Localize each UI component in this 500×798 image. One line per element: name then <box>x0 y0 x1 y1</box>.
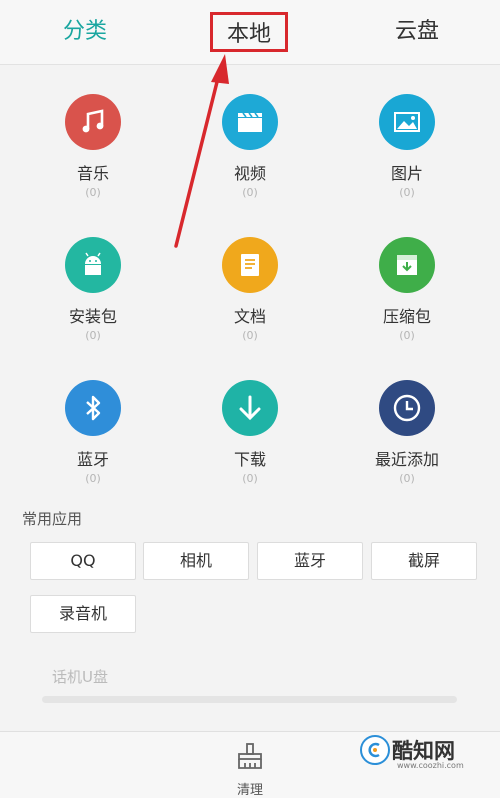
category-bluetooth[interactable]: 蓝牙 (0) <box>33 380 153 486</box>
archive-icon <box>379 237 435 293</box>
category-label: 下载 <box>233 450 266 469</box>
tab-local[interactable]: 本地 <box>210 12 288 52</box>
category-count: (0) <box>399 472 415 485</box>
top-tab-bar: 分类 本地 云盘 <box>0 0 500 65</box>
app-button-bluetooth[interactable]: 蓝牙 <box>257 542 363 580</box>
app-button-qq[interactable]: QQ <box>30 542 136 580</box>
category-count: (0) <box>85 186 101 199</box>
category-label: 最近添加 <box>374 450 439 469</box>
clock-icon <box>379 380 435 436</box>
download-icon <box>222 380 278 436</box>
category-label: 视频 <box>233 164 266 183</box>
category-count: (0) <box>242 186 258 199</box>
watermark-logo-icon <box>360 735 390 765</box>
category-label: 安装包 <box>68 307 117 326</box>
category-document[interactable]: 文档 (0) <box>190 237 310 343</box>
app-button-screenshot[interactable]: 截屏 <box>371 542 477 580</box>
music-icon <box>65 94 121 150</box>
category-video[interactable]: 视频 (0) <box>190 94 310 200</box>
category-count: (0) <box>399 329 415 342</box>
broom-icon[interactable] <box>236 742 264 776</box>
category-music[interactable]: 音乐 (0) <box>33 94 153 200</box>
android-icon <box>65 237 121 293</box>
category-archive[interactable]: 压缩包 (0) <box>347 237 467 343</box>
storage-label[interactable]: 话机U盘 <box>52 666 108 687</box>
document-icon <box>222 237 278 293</box>
video-icon <box>222 94 278 150</box>
category-label: 图片 <box>390 164 423 183</box>
image-icon <box>379 94 435 150</box>
category-count: (0) <box>242 472 258 485</box>
tab-cloud[interactable]: 云盘 <box>372 14 462 50</box>
category-download[interactable]: 下载 (0) <box>190 380 310 486</box>
watermark-url: www.coozhi.com <box>397 761 464 770</box>
category-image[interactable]: 图片 (0) <box>347 94 467 200</box>
category-count: (0) <box>85 472 101 485</box>
category-label: 压缩包 <box>382 307 431 326</box>
storage-usage-bar <box>42 696 457 703</box>
category-recent[interactable]: 最近添加 (0) <box>347 380 467 486</box>
category-count: (0) <box>242 329 258 342</box>
category-label: 文档 <box>233 307 266 326</box>
category-label: 蓝牙 <box>76 450 109 469</box>
category-count: (0) <box>85 329 101 342</box>
app-button-camera[interactable]: 相机 <box>143 542 249 580</box>
common-apps-title: 常用应用 <box>22 510 83 528</box>
tab-classify[interactable]: 分类 <box>40 14 130 50</box>
category-label: 音乐 <box>76 164 109 183</box>
category-apk[interactable]: 安装包 (0) <box>33 237 153 343</box>
category-count: (0) <box>399 186 415 199</box>
app-button-recorder[interactable]: 录音机 <box>30 595 136 633</box>
bluetooth-icon <box>65 380 121 436</box>
clean-label[interactable]: 清理 <box>220 779 280 798</box>
